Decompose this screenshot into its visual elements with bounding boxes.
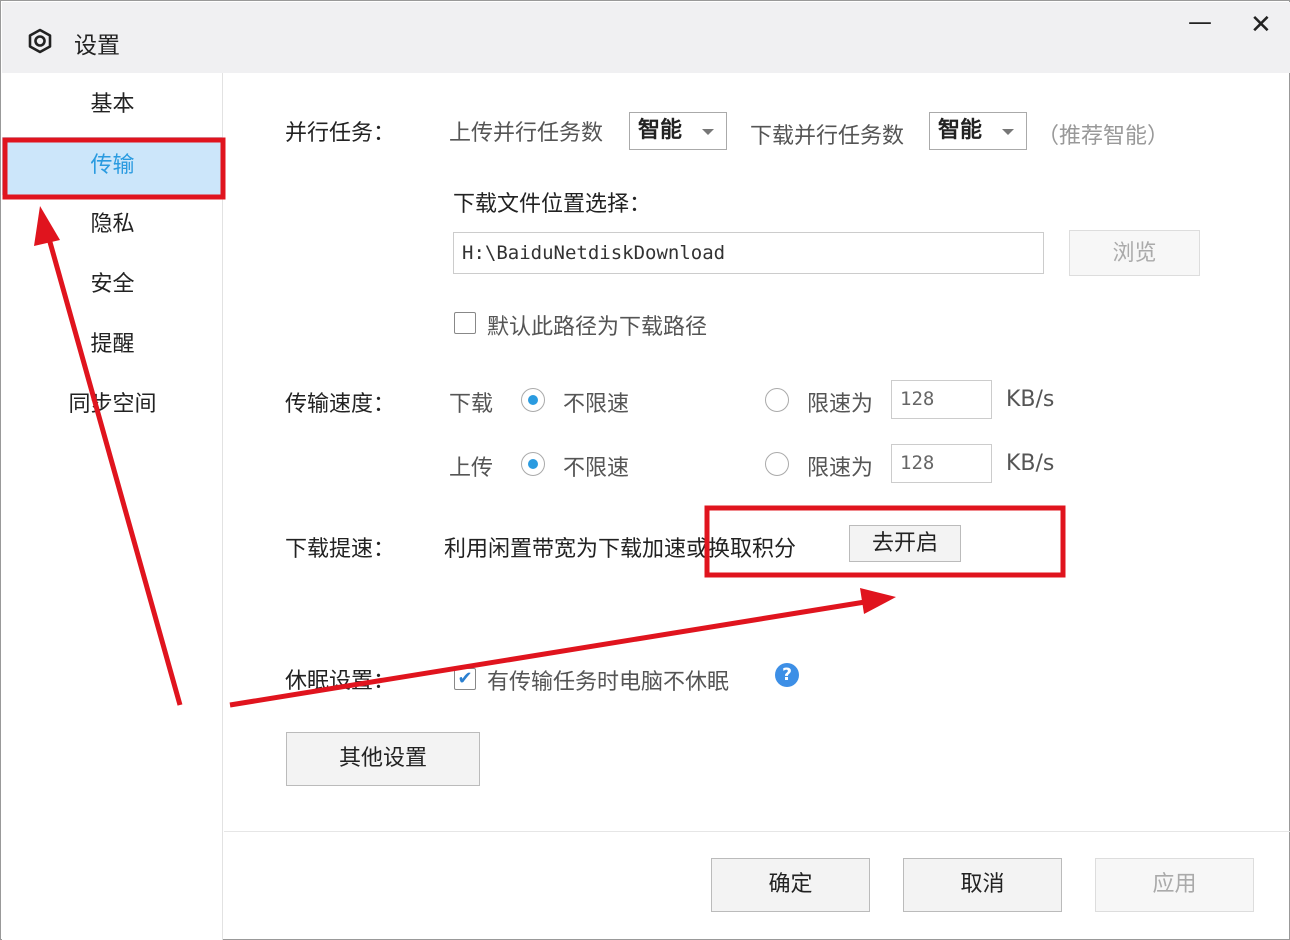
highlight-box-boost xyxy=(707,508,1063,575)
highlight-box-transfer xyxy=(5,140,223,197)
arrow-to-sidebar xyxy=(34,206,180,705)
annotation-overlay xyxy=(0,0,1290,940)
arrow-to-boost xyxy=(230,588,896,705)
